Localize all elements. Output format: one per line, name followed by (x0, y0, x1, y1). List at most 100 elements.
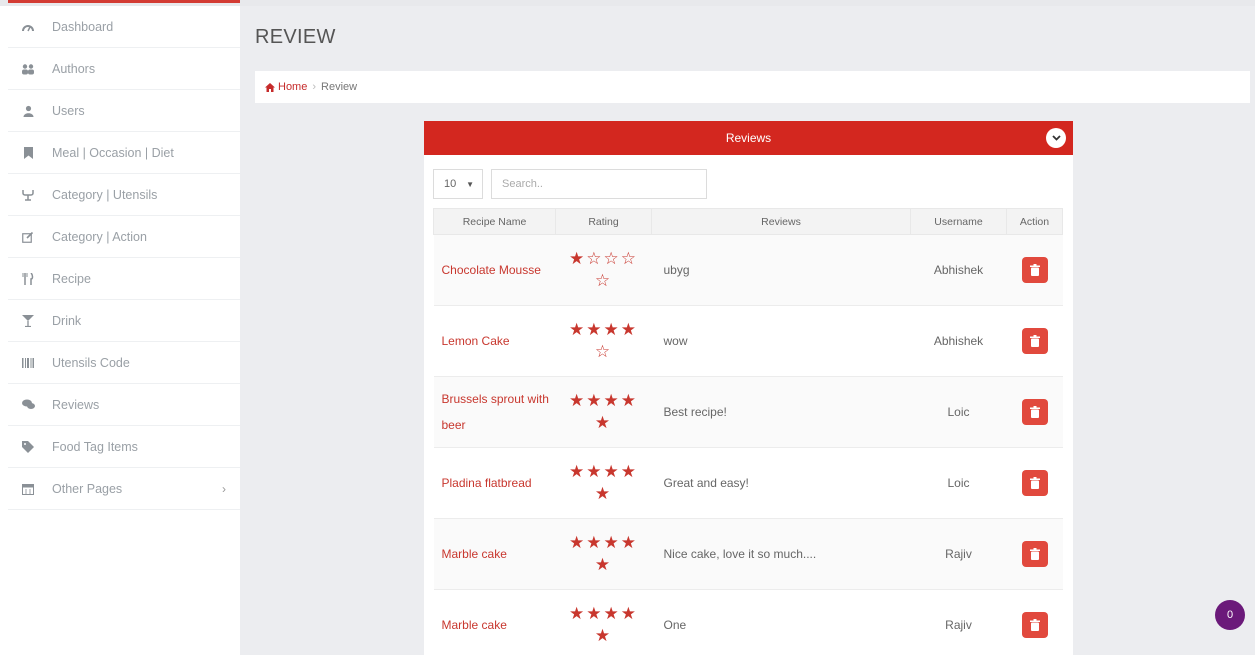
delete-button[interactable] (1021, 399, 1048, 425)
star-filled-icon: ★ (569, 604, 587, 623)
star-empty-icon: ☆ (594, 271, 613, 290)
star-filled-icon: ★ (569, 462, 587, 481)
page-title: REVIEW (255, 26, 336, 48)
review-text: Nice cake, love it so much.... (651, 518, 911, 590)
star-filled-icon: ★ (620, 462, 638, 481)
star-filled-icon: ★ (620, 320, 638, 339)
table-row: Lemon Cake ★★★★ ☆ wow Abhishek (433, 305, 1063, 377)
glass-icon (14, 314, 42, 327)
card-title: Reviews (725, 131, 772, 145)
sidebar-item-label: Utensils Code (52, 355, 130, 370)
sidebar-item-category-action[interactable]: Category | Action (8, 216, 240, 258)
star-filled-icon: ★ (586, 533, 604, 552)
recipe-name-link[interactable]: Marble cake (442, 547, 507, 561)
rating-stars: ★★★★ ★ (555, 518, 652, 590)
sidebar-item-label: Meal | Occasion | Diet (52, 145, 174, 160)
reviews-card: Reviews 10 ▼ Recipe Name Rating Reviews … (424, 121, 1073, 655)
table-row: Brussels sprout with beer ★★★★ ★ Best rec… (433, 376, 1063, 448)
header-username[interactable]: Username (910, 208, 1007, 235)
rating-stars: ★★★★ ★ (555, 376, 652, 448)
star-empty-icon: ☆ (620, 249, 638, 268)
username: Loic (910, 447, 1007, 519)
sidebar-item-label: Other Pages (52, 481, 123, 496)
bookmark-icon (14, 146, 42, 159)
username: Loic (910, 376, 1007, 448)
rating-stars: ★★★★ ★ (555, 589, 652, 655)
sidebar-item-reviews[interactable]: Reviews (8, 384, 240, 426)
collapse-button[interactable] (1046, 128, 1066, 148)
notification-badge[interactable]: 0 (1215, 600, 1245, 630)
delete-button[interactable] (1021, 470, 1048, 496)
delete-button[interactable] (1021, 541, 1048, 567)
star-filled-icon: ★ (603, 604, 621, 623)
trash-icon (1029, 406, 1040, 418)
sidebar-item-recipe[interactable]: Recipe (8, 258, 240, 300)
recipe-name-link[interactable]: Marble cake (442, 618, 507, 632)
review-text: Best recipe! (651, 376, 911, 448)
star-filled-icon: ★ (586, 462, 604, 481)
user-icon (14, 105, 42, 117)
sidebar-item-category-utensils[interactable]: Category | Utensils (8, 174, 240, 216)
star-filled-icon: ★ (569, 320, 587, 339)
recipe-name-link[interactable]: Pladina flatbread (442, 476, 532, 490)
sidebar-item-label: Authors (52, 61, 96, 76)
breadcrumb-separator: › (312, 81, 317, 93)
table-row: Marble cake ★★★★ ★ Nice cake, love it so … (433, 518, 1063, 590)
sidebar-item-label: Dashboard (52, 19, 114, 34)
sidebar-item-meal[interactable]: Meal | Occasion | Diet (8, 132, 240, 174)
star-filled-icon: ★ (620, 604, 638, 623)
dashboard-icon (14, 21, 42, 33)
star-filled-icon: ★ (569, 391, 587, 410)
sidebar-item-label: Drink (52, 313, 82, 328)
calendar-icon (14, 483, 42, 495)
top-accent-line (8, 0, 240, 3)
star-filled-icon: ★ (603, 320, 621, 339)
tag-icon (14, 440, 42, 453)
trash-icon (1029, 548, 1040, 560)
search-input[interactable] (491, 169, 707, 199)
recipe-name-link[interactable]: Chocolate Mousse (442, 263, 541, 277)
sidebar-item-drink[interactable]: Drink (8, 300, 240, 342)
page-size-value: 10 (444, 178, 457, 190)
rating-stars: ★★★★ ☆ (555, 305, 652, 377)
star-empty-icon: ☆ (586, 249, 604, 268)
breadcrumb: Home › Review (255, 71, 1250, 103)
sidebar-item-dashboard[interactable]: Dashboard (8, 6, 240, 48)
header-recipe-name[interactable]: Recipe Name (433, 208, 556, 235)
sidebar-item-food-tag-items[interactable]: Food Tag Items (8, 426, 240, 468)
delete-button[interactable] (1021, 612, 1048, 638)
table-header-row: Recipe Name Rating Reviews Username Acti… (433, 208, 1063, 235)
star-filled-icon: ★ (620, 533, 638, 552)
sidebar-item-other-pages[interactable]: Other Pages › (8, 468, 240, 510)
star-filled-icon: ★ (594, 413, 613, 432)
delete-button[interactable] (1021, 257, 1048, 283)
sidebar-item-utensils-code[interactable]: Utensils Code (8, 342, 240, 384)
username: Rajiv (910, 518, 1007, 590)
chevron-right-icon: › (222, 481, 226, 496)
header-reviews[interactable]: Reviews (651, 208, 911, 235)
table-controls: 10 ▼ (433, 169, 707, 199)
trash-icon (1029, 264, 1040, 276)
star-empty-icon: ☆ (603, 249, 621, 268)
sidebar-item-users[interactable]: Users (8, 90, 240, 132)
star-empty-icon: ☆ (594, 342, 613, 361)
header-action[interactable]: Action (1006, 208, 1063, 235)
rating-stars: ★☆☆☆ ☆ (555, 234, 652, 306)
header-rating[interactable]: Rating (555, 208, 652, 235)
delete-button[interactable] (1021, 328, 1048, 354)
star-filled-icon: ★ (569, 249, 587, 268)
home-icon (265, 82, 275, 92)
recipe-name-link[interactable]: Brussels sprout with beer (442, 392, 549, 432)
review-text: ubyg (651, 234, 911, 306)
sidebar-item-authors[interactable]: Authors (8, 48, 240, 90)
chevron-down-icon (1051, 135, 1061, 141)
recipe-name-link[interactable]: Lemon Cake (442, 334, 510, 348)
star-filled-icon: ★ (603, 533, 621, 552)
sidebar-item-label: Food Tag Items (52, 439, 138, 454)
fork-knife-icon (14, 272, 42, 285)
breadcrumb-home-link[interactable]: Home (265, 81, 307, 93)
star-filled-icon: ★ (594, 555, 613, 574)
sidebar-item-label: Reviews (52, 397, 100, 412)
page-size-select[interactable]: 10 ▼ (433, 169, 483, 199)
sidebar-item-label: Category | Action (52, 229, 147, 244)
